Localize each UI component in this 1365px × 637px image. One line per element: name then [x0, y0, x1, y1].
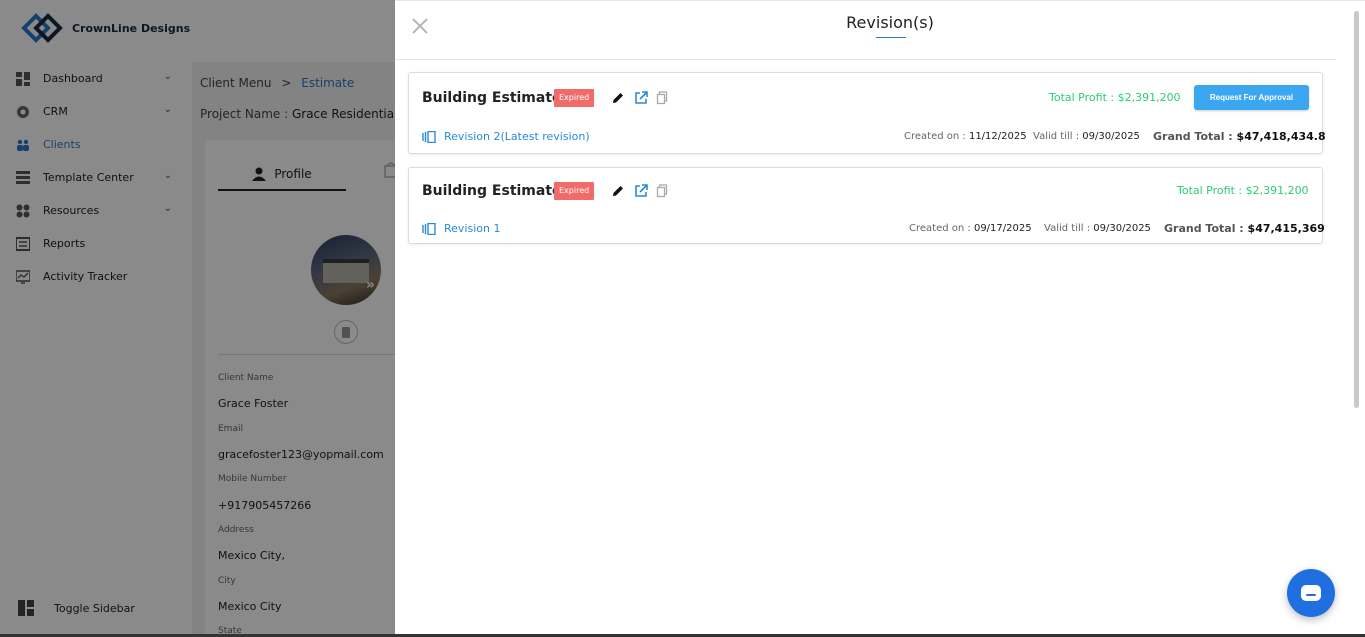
status-badge: Expired [554, 182, 595, 200]
drawer-title: Revision(s) [846, 13, 934, 32]
total-profit: Total Profit : $2,391,200 [1177, 184, 1309, 197]
external-link-icon[interactable] [634, 184, 648, 198]
chat-support-button[interactable] [1287, 569, 1335, 617]
scrollbar[interactable] [1354, 11, 1359, 408]
title-underline [876, 37, 906, 38]
grand-total-value: $47,418,434.8 [1236, 130, 1326, 143]
valid-till-label: Valid till : [1044, 223, 1091, 234]
revision-card: Building Estimate Expired Total Profit :… [408, 167, 1325, 244]
edit-icon[interactable] [611, 184, 625, 198]
grand-total-value: $47,415,369 [1247, 222, 1325, 235]
copy-icon[interactable] [656, 91, 670, 105]
revisions-drawer: Revision(s) Building Estimate Expired To… [395, 0, 1365, 634]
grand-total: Grand Total : $47,415,369 [1164, 222, 1325, 235]
revision-link[interactable]: Revision 1 [422, 222, 500, 235]
request-approval-button[interactable]: Request For Approval [1194, 85, 1309, 110]
created-on: Created on : 11/12/2025 [904, 131, 1027, 142]
status-badge: Expired [554, 89, 595, 107]
modal-backdrop[interactable] [0, 0, 395, 637]
grand-total-label: Grand Total : [1153, 130, 1233, 143]
valid-till-label: Valid till : [1033, 131, 1080, 142]
revision-card: Building Estimate Expired Total Profit :… [408, 72, 1326, 154]
header-divider [395, 59, 1336, 60]
external-link-icon[interactable] [634, 91, 648, 105]
grand-total: Grand Total : $47,418,434.8 [1153, 130, 1326, 143]
created-on-label: Created on : [909, 223, 971, 234]
valid-till-value: 09/30/2025 [1082, 131, 1140, 142]
created-on: Created on : 09/17/2025 [909, 223, 1032, 234]
valid-till: Valid till : 09/30/2025 [1033, 131, 1140, 142]
revision-link-label: Revision 2(Latest revision) [444, 130, 590, 143]
valid-till-value: 09/30/2025 [1093, 223, 1151, 234]
revision-title: Building Estimate [422, 183, 562, 199]
revision-title: Building Estimate [422, 90, 562, 106]
revision-link[interactable]: Revision 2(Latest revision) [422, 130, 590, 143]
revision-stack-icon [422, 222, 436, 235]
revision-link-label: Revision 1 [444, 222, 501, 235]
grand-total-label: Grand Total : [1164, 222, 1244, 235]
edit-icon[interactable] [611, 91, 625, 105]
valid-till: Valid till : 09/30/2025 [1044, 223, 1151, 234]
created-on-label: Created on : [904, 131, 966, 142]
chat-icon [1301, 585, 1321, 601]
total-profit: Total Profit : $2,391,200 [1049, 91, 1181, 104]
copy-icon[interactable] [656, 184, 670, 198]
revision-stack-icon [422, 130, 436, 143]
created-on-value: 09/17/2025 [973, 223, 1032, 234]
created-on-value: 11/12/2025 [968, 131, 1027, 142]
